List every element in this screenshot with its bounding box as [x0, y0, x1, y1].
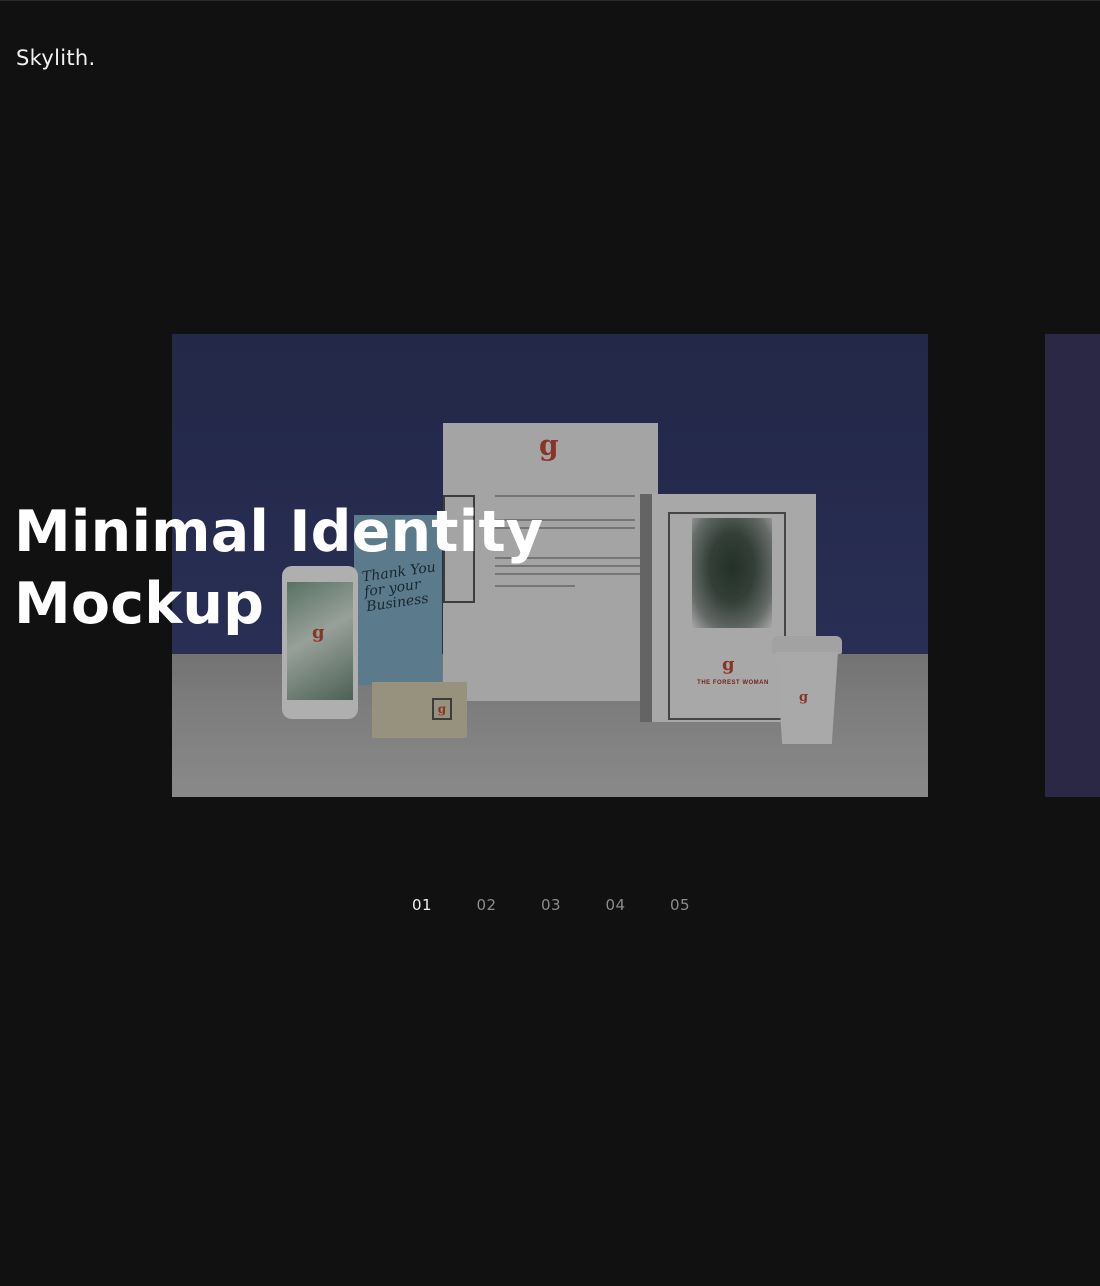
- slide-title-line-2: Mockup: [14, 571, 265, 637]
- pagination-item-04[interactable]: 04: [606, 896, 671, 914]
- slide-title[interactable]: Minimal Identity Mockup: [14, 496, 543, 640]
- site-logo[interactable]: Skylith.: [16, 46, 95, 70]
- slider-pagination: 01 02 03 04 05: [412, 896, 735, 914]
- pagination-item-05[interactable]: 05: [670, 896, 735, 914]
- pagination-item-03[interactable]: 03: [541, 896, 606, 914]
- pagination-item-02[interactable]: 02: [477, 896, 542, 914]
- page: Skylith. g Thank You for your Business g…: [0, 0, 1100, 1286]
- pagination-item-01[interactable]: 01: [412, 896, 477, 914]
- slide-next-preview[interactable]: [1045, 334, 1100, 797]
- slide-title-line-1: Minimal Identity: [14, 499, 544, 565]
- top-divider: [0, 0, 1100, 1]
